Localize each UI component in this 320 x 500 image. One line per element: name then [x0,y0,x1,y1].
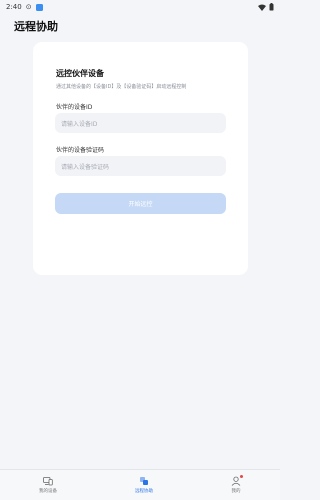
status-left: 2:40 ⊙ [6,3,43,11]
remote-assist-icon [140,477,148,485]
battery-icon [269,3,274,11]
page-title: 远程协助 [14,20,58,33]
app-icon [35,3,43,11]
devices-icon [43,477,53,486]
notification-badge [240,475,243,478]
status-bar: 2:40 ⊙ [0,0,280,14]
partner-code-placeholder: 请输入设备验证码 [61,163,110,171]
circle-icon: ⊙ [25,2,32,11]
clock: 2:40 [6,3,22,11]
partner-code-label: 伙伴的设备验证码 [56,147,105,154]
nav-item-my-devices[interactable]: 我的设备 [39,476,57,494]
card-description: 通过其他设备的【设备ID】及【设备验证码】启动远程控制 [56,84,187,90]
partner-id-input[interactable]: 请输入设备ID [55,113,226,133]
nav-item-me[interactable]: 我的 [231,475,243,494]
wifi-icon [258,4,266,11]
nav-label-remote-assist: 远程协助 [135,489,153,494]
bottom-nav: 我的设备 远程协助 我的 [0,469,280,500]
partner-id-label: 伙伴的设备ID [56,104,93,111]
status-right [258,3,274,11]
card-title: 远控伙伴设备 [56,69,104,78]
partner-code-input[interactable]: 请输入设备验证码 [55,156,226,176]
start-remote-button[interactable]: 开始远控 [55,193,226,214]
nav-item-remote-assist[interactable]: 远程协助 [135,476,153,494]
partner-id-placeholder: 请输入设备ID [61,120,98,128]
profile-icon-wrap [231,475,243,486]
nav-label-my-devices: 我的设备 [39,489,57,494]
nav-label-me: 我的 [231,489,241,494]
remote-control-card: 远控伙伴设备 通过其他设备的【设备ID】及【设备验证码】启动远程控制 伙伴的设备… [33,42,248,275]
